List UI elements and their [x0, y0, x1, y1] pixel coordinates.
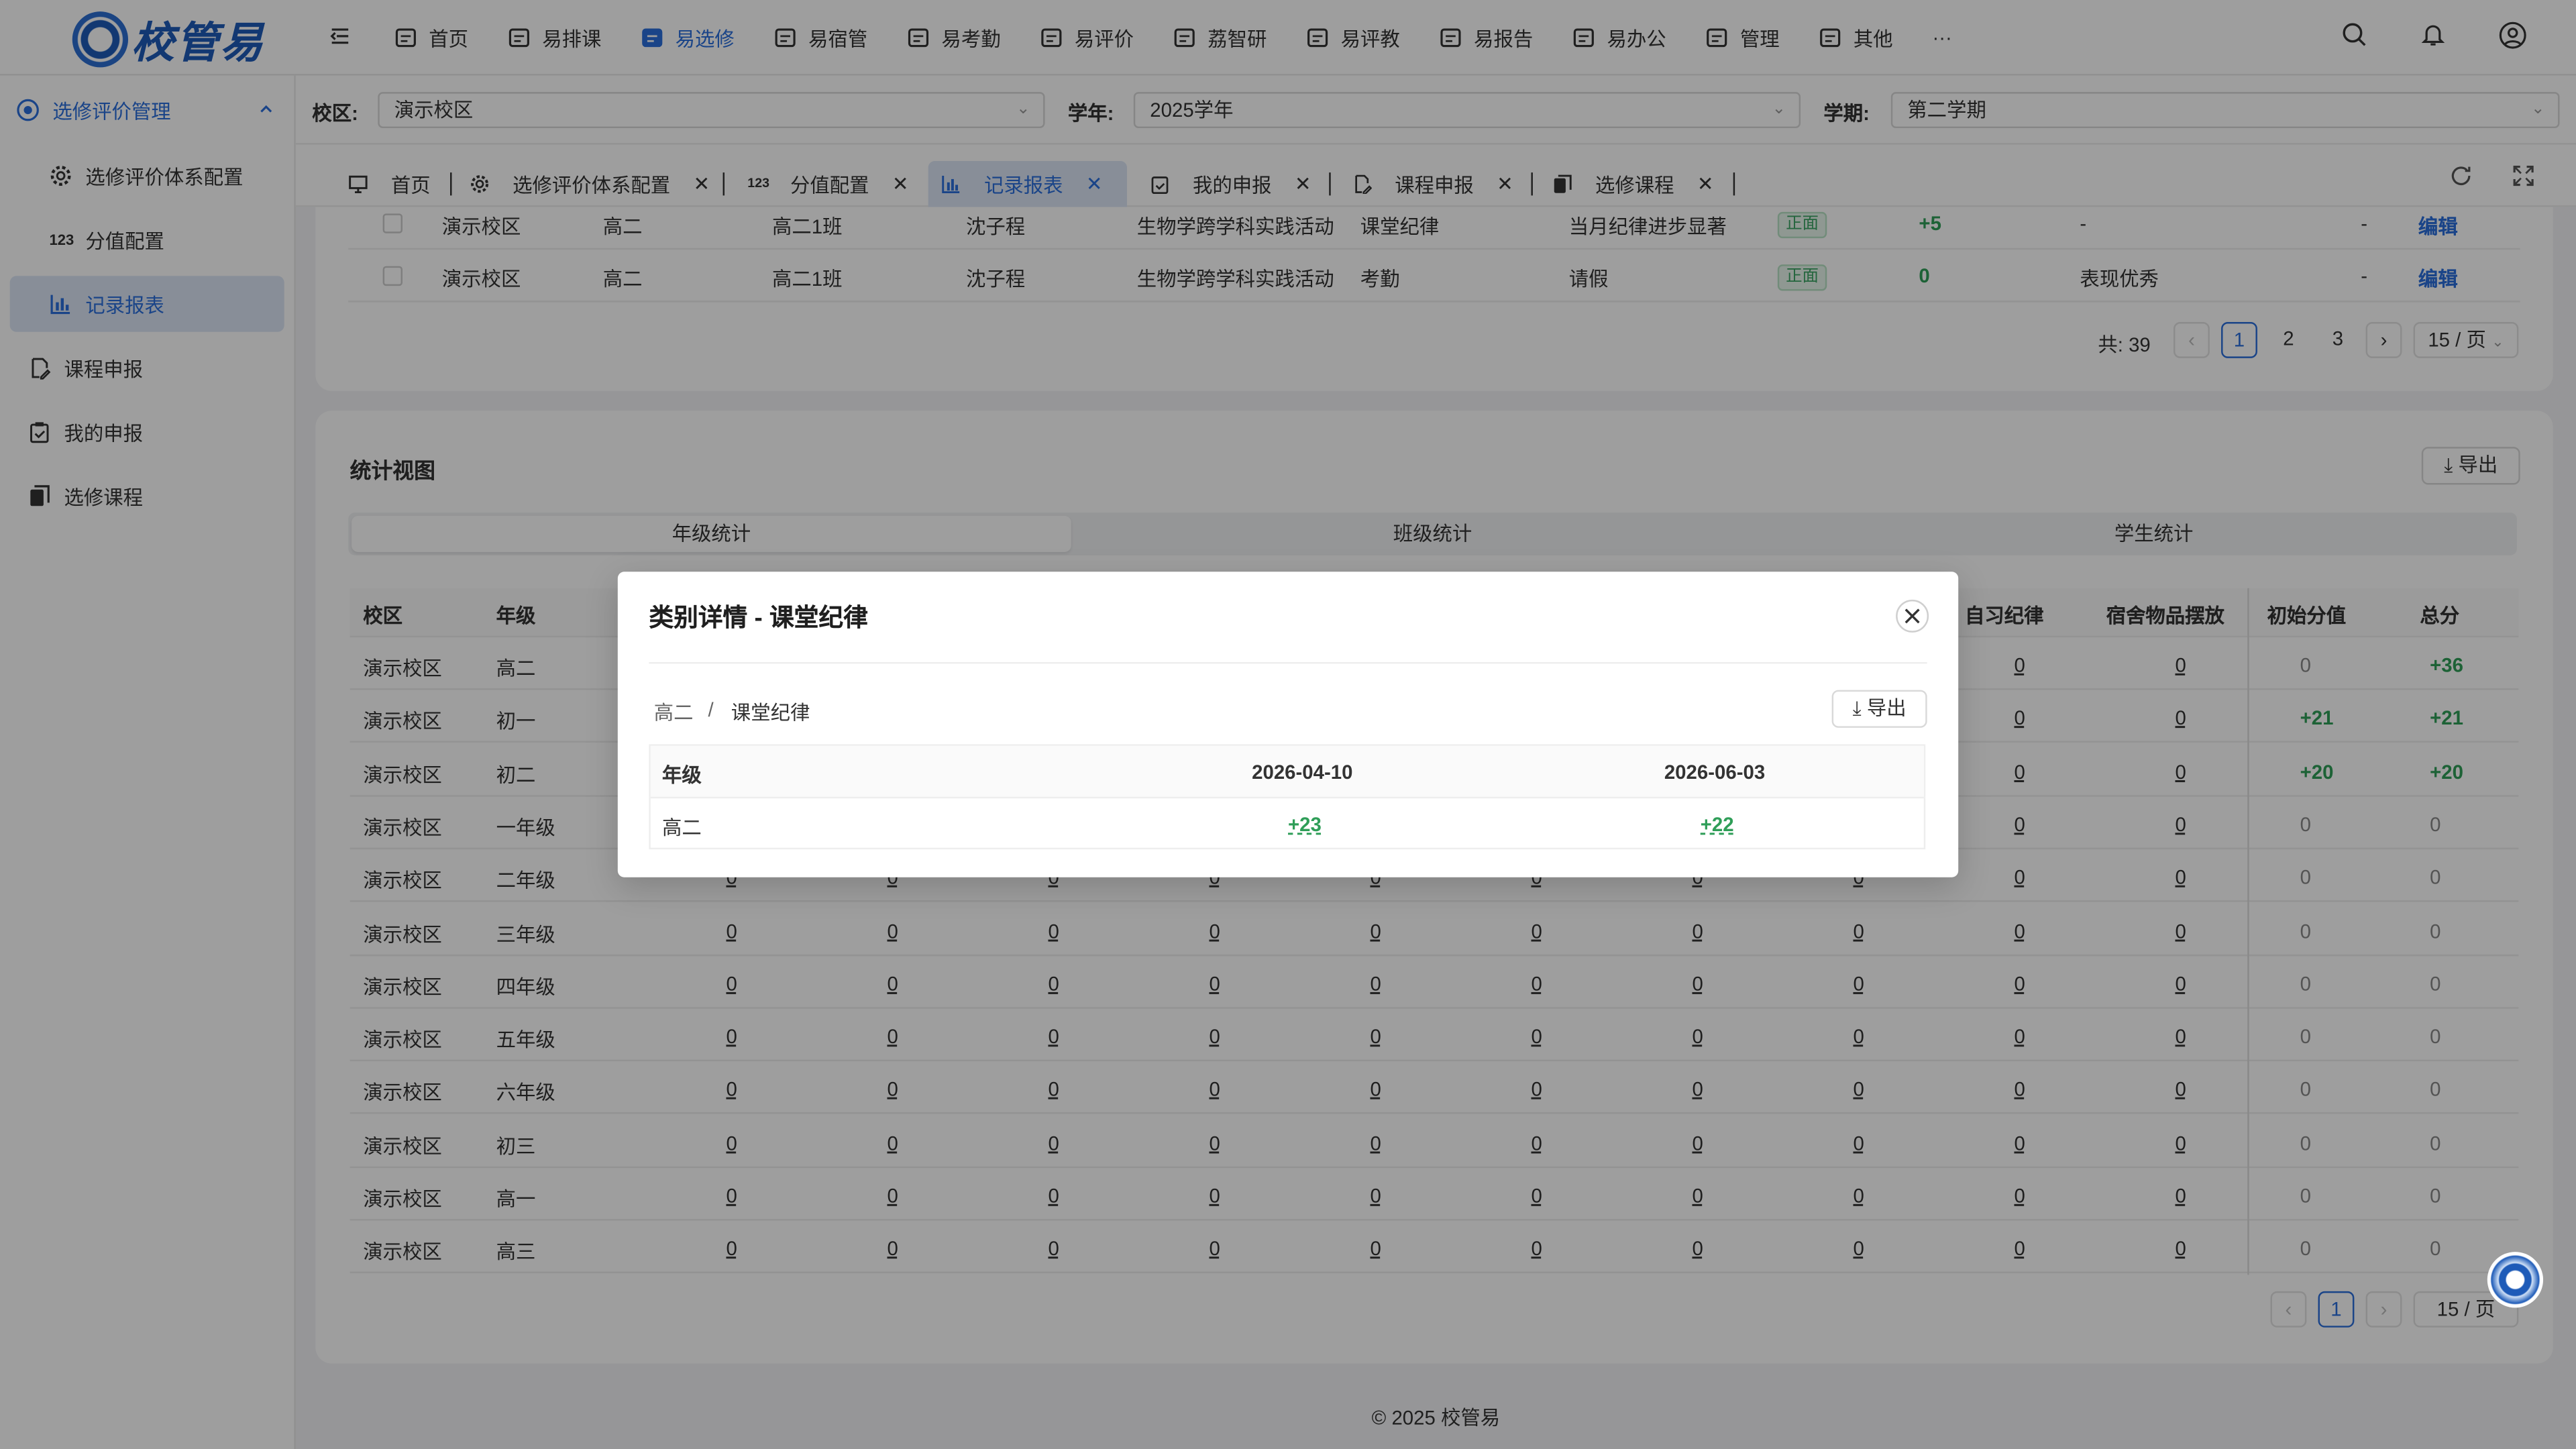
- modal-title: 类别详情 - 课堂纪律: [649, 604, 868, 633]
- close-icon[interactable]: [1896, 599, 1929, 633]
- col-date-2: 2026-06-03: [1664, 760, 1766, 784]
- modal-divider: [649, 661, 1927, 664]
- breadcrumb-category: 课堂纪律: [731, 701, 810, 725]
- breadcrumb-separator: /: [708, 698, 714, 722]
- value-date-1[interactable]: +23: [1288, 813, 1322, 836]
- modal-detail-table: 年级 2026-04-10 2026-06-03 高二 +23 +22: [649, 744, 1926, 850]
- download-icon: ⤓: [1852, 696, 1862, 720]
- export-label: 导出: [1866, 696, 1907, 720]
- col-date-1: 2026-04-10: [1252, 760, 1353, 784]
- category-detail-modal: 类别详情 - 课堂纪律 高二 / 课堂纪律 ⤓ 导出 年级 2026-04-10…: [617, 572, 1959, 877]
- value-date-2[interactable]: +22: [1701, 813, 1734, 836]
- modal-table-header: 年级 2026-04-10 2026-06-03: [650, 745, 1924, 799]
- col-grade: 年级: [661, 763, 702, 788]
- modal-export-button[interactable]: ⤓ 导出: [1831, 690, 1927, 728]
- assistant-float-icon[interactable]: [2487, 1252, 2544, 1308]
- breadcrumb-grade[interactable]: 高二: [654, 698, 694, 727]
- row-grade: 高二: [661, 816, 702, 840]
